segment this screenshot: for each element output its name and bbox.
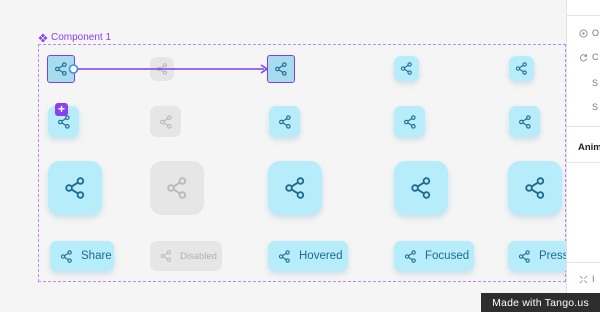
- panel-row-2-label: C: [592, 52, 599, 62]
- share-icon-button-md-focused[interactable]: [394, 106, 425, 137]
- panel-row-4-label: S: [592, 102, 599, 112]
- share-icon: [517, 114, 533, 130]
- panel-divider: [567, 15, 600, 16]
- share-icon-button-md-pressed[interactable]: [509, 106, 540, 137]
- prototype-connector[interactable]: [0, 0, 300, 90]
- share-icon: [62, 175, 88, 201]
- share-icon: [159, 249, 173, 263]
- hovered-button[interactable]: Hovered: [268, 241, 348, 271]
- share-icon: [514, 61, 529, 76]
- share-button[interactable]: Share: [50, 241, 114, 271]
- share-icon: [277, 114, 293, 130]
- panel-row-3[interactable]: S: [592, 78, 598, 88]
- panel-bottom-row[interactable]: I: [579, 274, 595, 284]
- share-icon-button-lg-hovered[interactable]: [268, 161, 322, 215]
- share-icon-button-lg-focused[interactable]: [394, 161, 448, 215]
- plus-icon[interactable]: +: [55, 103, 68, 116]
- disabled-button-label: Disabled: [180, 250, 217, 262]
- panel-row-3-label: S: [592, 78, 599, 88]
- panel-divider: [567, 262, 600, 263]
- share-icon: [402, 114, 418, 130]
- share-icon-button-pressed[interactable]: [509, 56, 534, 81]
- share-icon-button-lg-default[interactable]: [48, 161, 102, 215]
- disabled-button[interactable]: Disabled: [150, 241, 222, 271]
- collapse-icon: [579, 275, 588, 283]
- panel-bottom-label: I: [592, 274, 595, 284]
- share-icon: [399, 61, 414, 76]
- share-icon: [158, 114, 174, 130]
- design-canvas[interactable]: Component 1 + Share Disabled Hovered Foc…: [0, 0, 588, 312]
- panel-row-1-label: O: [592, 28, 600, 38]
- share-icon-button-md-disabled[interactable]: [150, 106, 181, 137]
- focused-button[interactable]: Focused: [394, 241, 474, 271]
- hovered-button-label: Hovered: [299, 250, 343, 262]
- share-icon: [522, 175, 548, 201]
- panel-row-2[interactable]: C: [579, 52, 599, 62]
- share-button-label: Share: [81, 250, 112, 262]
- share-icon: [282, 175, 308, 201]
- tango-watermark: Made with Tango.us: [481, 293, 600, 312]
- share-icon: [408, 175, 434, 201]
- panel-row-1[interactable]: O: [579, 28, 599, 38]
- target-icon: [579, 28, 588, 38]
- focused-button-label: Focused: [425, 250, 470, 262]
- properties-panel: O C S S Anim I: [566, 0, 600, 312]
- animation-section-title: Anim: [578, 142, 600, 153]
- share-icon-button-lg-pressed[interactable]: [508, 161, 562, 215]
- panel-divider: [567, 126, 600, 127]
- share-icon-button-md-hovered[interactable]: [269, 106, 300, 137]
- share-icon-button-lg-disabled[interactable]: [150, 161, 204, 215]
- share-icon: [403, 249, 418, 264]
- refresh-icon: [580, 53, 588, 61]
- share-icon: [517, 249, 532, 264]
- panel-divider: [567, 162, 600, 163]
- share-icon: [164, 175, 190, 201]
- panel-row-4[interactable]: S: [592, 102, 598, 112]
- share-icon-button-focused[interactable]: [394, 56, 419, 81]
- share-icon: [277, 249, 292, 264]
- share-icon: [59, 249, 74, 264]
